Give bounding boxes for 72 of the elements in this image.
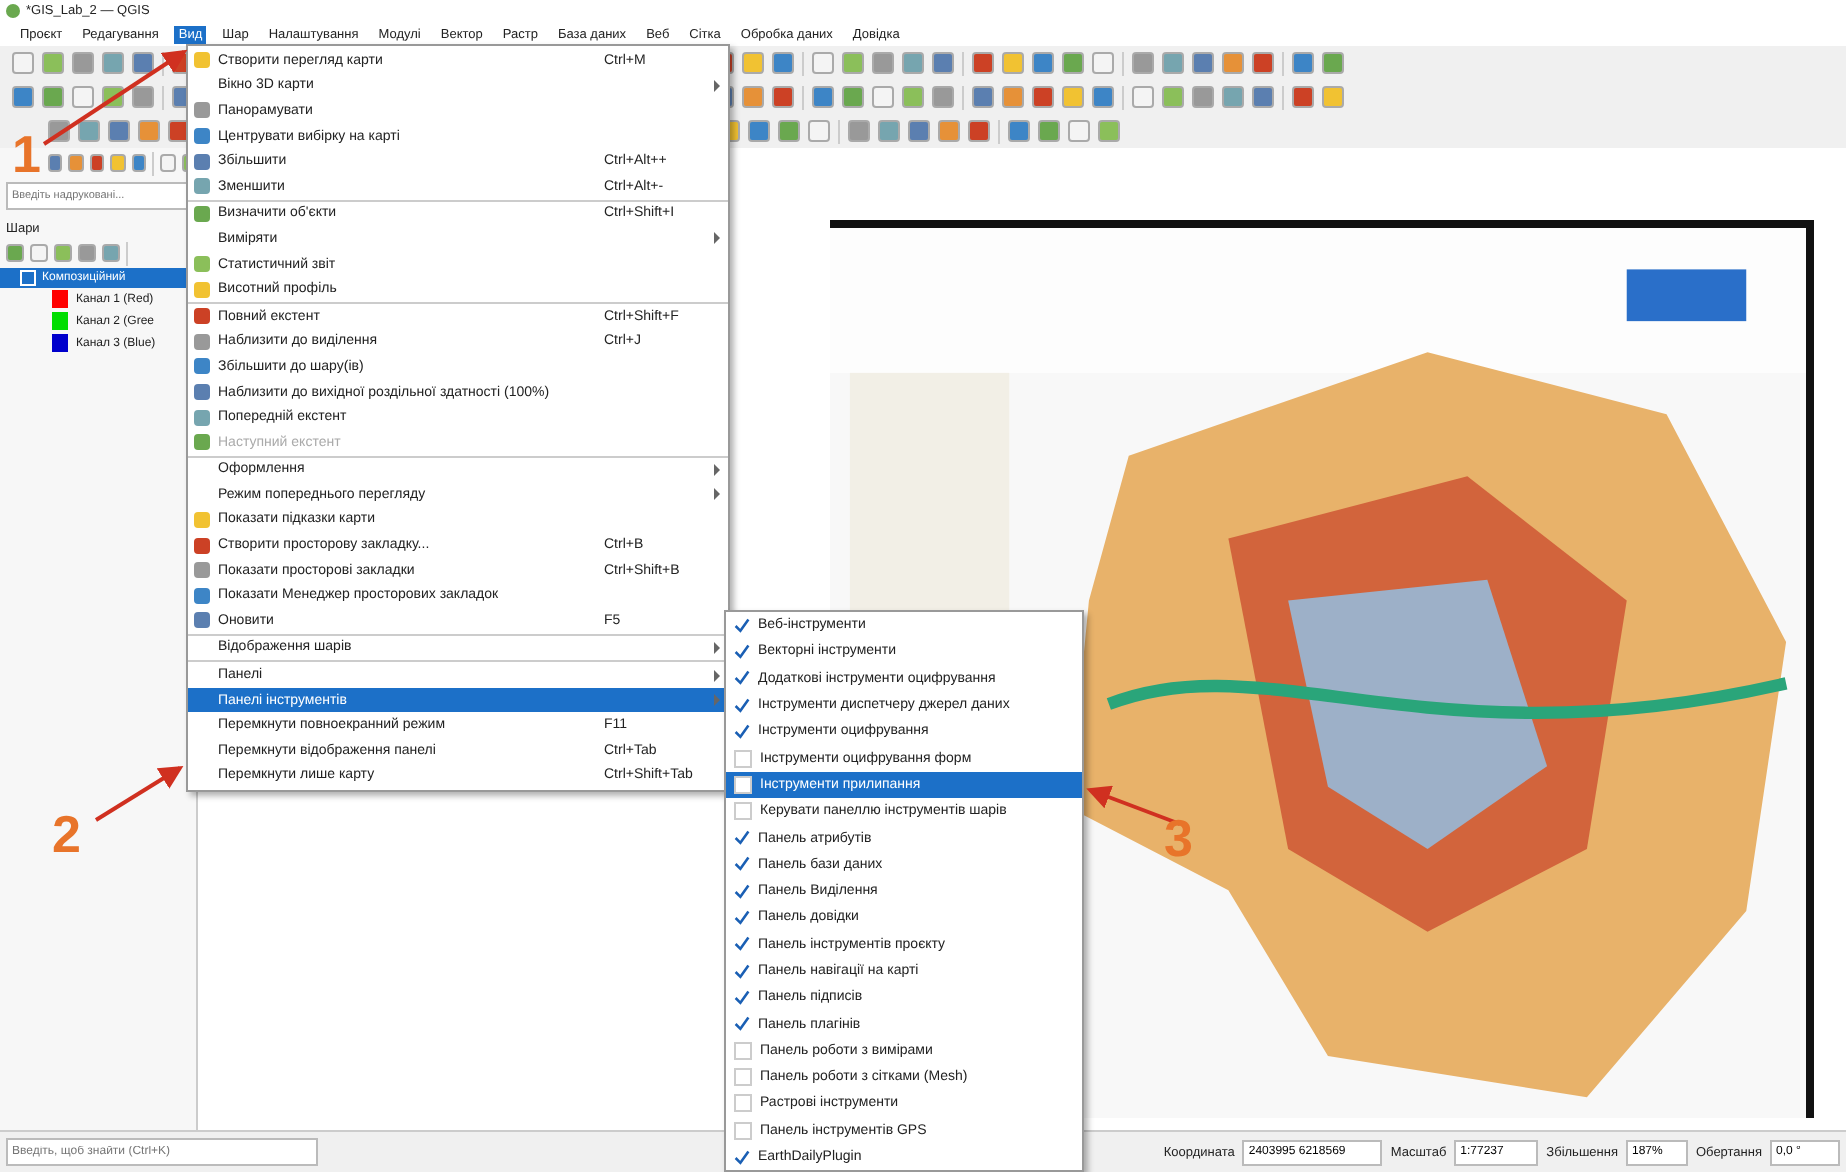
annotation-number: 2 (52, 808, 81, 860)
checkmark-icon[interactable] (734, 963, 750, 979)
tool-icon[interactable] (808, 120, 830, 142)
checkmark-icon[interactable] (734, 1016, 750, 1033)
checkbox[interactable] (734, 1068, 752, 1087)
checkmark-icon[interactable] (734, 856, 750, 873)
checkbox[interactable] (734, 1094, 752, 1113)
submenu-arrow-icon (714, 232, 720, 245)
tool-icon[interactable] (972, 52, 994, 74)
tool-icon[interactable] (812, 86, 834, 108)
tool-icon[interactable] (932, 52, 954, 74)
tool-icon[interactable] (1132, 86, 1154, 108)
tool-icon[interactable] (1292, 52, 1314, 74)
checkbox[interactable] (734, 749, 752, 768)
tool-icon[interactable] (772, 86, 794, 108)
tool-icon[interactable] (848, 120, 870, 142)
checkmark-icon[interactable] (734, 936, 750, 953)
checkbox[interactable] (734, 775, 752, 794)
tool-icon[interactable] (1032, 52, 1054, 74)
tool-icon[interactable] (1292, 86, 1314, 108)
tool-icon[interactable] (872, 52, 894, 74)
checkbox[interactable] (734, 1121, 752, 1140)
checkmark-icon[interactable] (734, 909, 750, 926)
tool-icon[interactable] (1062, 52, 1084, 74)
tool-icon[interactable] (1068, 120, 1090, 142)
layer-checkbox[interactable] (20, 270, 36, 286)
tool-icon[interactable] (72, 52, 94, 74)
tool-icon[interactable] (1252, 52, 1274, 74)
tool-icon[interactable] (842, 86, 864, 108)
annotation-number: 3 (1164, 812, 1193, 864)
tool-icon[interactable] (972, 86, 994, 108)
tool-icon[interactable] (1192, 52, 1214, 74)
checkmark-icon[interactable] (734, 883, 750, 900)
checkbox[interactable] (734, 802, 752, 821)
checkmark-icon[interactable] (734, 617, 750, 634)
tool-icon[interactable] (1092, 86, 1114, 108)
tool-icon[interactable] (132, 52, 154, 74)
tool-icon[interactable] (1092, 52, 1114, 74)
tool-icon[interactable] (12, 52, 34, 74)
tool-icon[interactable] (812, 52, 834, 74)
tool-icon[interactable] (1032, 86, 1054, 108)
tool-icon[interactable] (872, 86, 894, 108)
checkbox[interactable] (734, 1041, 752, 1060)
tool-icon[interactable] (72, 86, 94, 108)
checkmark-icon[interactable] (734, 1149, 750, 1166)
checkmark-icon[interactable] (734, 989, 750, 1006)
tool-icon[interactable] (968, 120, 990, 142)
checkmark-icon[interactable] (734, 643, 750, 660)
tool-icon[interactable] (1322, 52, 1344, 74)
tool-icon[interactable] (12, 86, 34, 108)
tool-icon[interactable] (78, 120, 100, 142)
tool-icon (194, 52, 210, 69)
tool-icon[interactable] (932, 86, 954, 108)
checkmark-icon[interactable] (734, 670, 750, 687)
app-logo-icon (6, 4, 20, 18)
tool-icon[interactable] (778, 120, 800, 142)
tool-icon[interactable] (1252, 86, 1274, 108)
tool-icon[interactable] (908, 120, 930, 142)
tool-icon[interactable] (772, 52, 794, 74)
tool-icon[interactable] (1192, 86, 1214, 108)
submenu-arrow-icon (714, 79, 720, 92)
checkmark-icon[interactable] (734, 697, 750, 714)
checkmark-icon[interactable] (734, 723, 750, 740)
tool-icon[interactable] (42, 86, 64, 108)
tool-icon[interactable] (1132, 52, 1154, 74)
tool-icon[interactable] (1038, 120, 1060, 142)
annotation-number: 1 (12, 128, 41, 180)
tool-icon[interactable] (1008, 120, 1030, 142)
tool-icon[interactable] (108, 120, 130, 142)
checkmark-icon[interactable] (734, 830, 750, 847)
arrow (94, 765, 184, 822)
tool-icon[interactable] (748, 120, 770, 142)
